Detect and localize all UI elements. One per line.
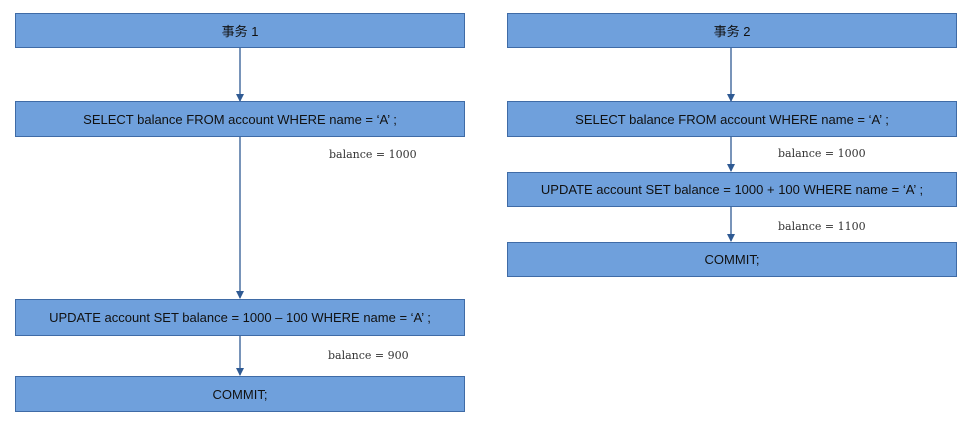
t2-commit-statement: COMMIT;: [704, 252, 760, 267]
t2-select-statement: SELECT balance FROM account WHERE name =…: [575, 111, 889, 127]
t2-update-result: balance = 1100: [778, 220, 866, 233]
t2-update-statement: UPDATE account SET balance = 1000 + 100 …: [540, 182, 924, 197]
flow-arrows: [236, 48, 735, 376]
t2-select-result: balance = 1000: [778, 147, 866, 160]
t1-select-statement: SELECT balance FROM account WHERE name =…: [83, 111, 397, 127]
t1-commit-statement: COMMIT;: [212, 386, 268, 402]
t2-title: 事务 2: [713, 24, 751, 39]
t2-title-box: 事务 2: [507, 13, 957, 48]
t1-select-box: SELECT balance FROM account WHERE name =…: [15, 101, 465, 137]
t1-update-box: UPDATE account SET balance = 1000 – 100 …: [15, 299, 465, 336]
t1-title-box: 事务 1: [15, 13, 465, 48]
t2-commit-box: COMMIT;: [507, 242, 957, 277]
t1-commit-box: COMMIT;: [15, 376, 465, 412]
t1-title: 事务 1: [221, 24, 259, 39]
t2-update-box: UPDATE account SET balance = 1000 + 100 …: [507, 172, 957, 207]
t1-update-result: balance = 900: [328, 349, 409, 362]
t1-select-result: balance = 1000: [329, 148, 417, 161]
t2-select-box: SELECT balance FROM account WHERE name =…: [507, 101, 957, 137]
t1-update-statement: UPDATE account SET balance = 1000 – 100 …: [49, 310, 431, 325]
